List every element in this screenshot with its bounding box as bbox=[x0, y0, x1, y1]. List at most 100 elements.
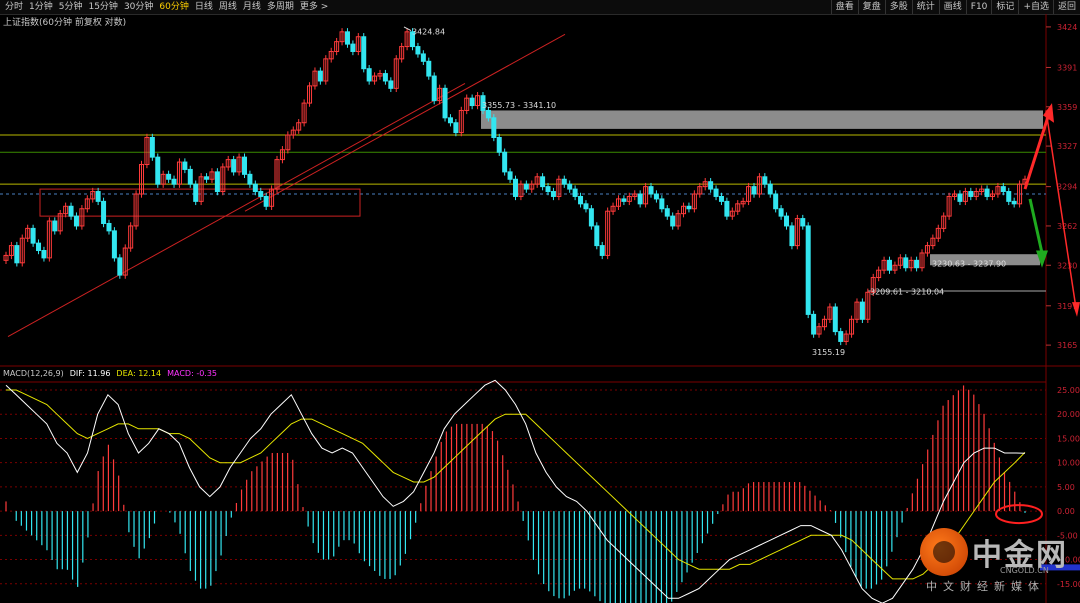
candle-body bbox=[583, 203, 589, 210]
price-axis-label: 3424 bbox=[1057, 23, 1077, 32]
candle-body bbox=[984, 188, 990, 197]
candle-body bbox=[182, 161, 188, 170]
candle-body bbox=[659, 198, 665, 210]
candle-body bbox=[599, 245, 605, 256]
candle-body bbox=[388, 80, 394, 89]
candle-body bbox=[784, 215, 790, 227]
candle-body bbox=[664, 208, 670, 217]
rising-trendline bbox=[7, 82, 466, 337]
candle-body bbox=[545, 186, 551, 193]
candle-body bbox=[193, 183, 199, 202]
candle-body bbox=[420, 53, 426, 62]
zone-bottom-annotation: 3209.61 - 3210.04 bbox=[870, 288, 944, 297]
candle-body bbox=[166, 173, 172, 180]
macd-axis-label: 5.00 bbox=[1057, 483, 1075, 492]
candle-body bbox=[648, 186, 654, 195]
candle-body bbox=[41, 250, 47, 259]
candle-body bbox=[513, 178, 518, 197]
candle-body bbox=[95, 191, 101, 202]
macd-legend-macd: MACD: -0.35 bbox=[167, 369, 218, 378]
resistance-zone bbox=[481, 110, 1043, 129]
candle-body bbox=[572, 188, 578, 197]
candle-body bbox=[767, 183, 773, 195]
candle-body bbox=[469, 97, 475, 107]
candle-body bbox=[621, 198, 627, 202]
candle-body bbox=[1006, 191, 1012, 202]
candle-body bbox=[751, 186, 757, 195]
candle-body bbox=[670, 215, 676, 227]
price-axis-label: 3262 bbox=[1057, 222, 1077, 231]
candle-body bbox=[111, 230, 117, 259]
macd-legend-name: MACD(12,26,9) bbox=[3, 369, 64, 378]
candle-body bbox=[361, 36, 367, 70]
candle-body bbox=[366, 68, 372, 82]
candle-body bbox=[171, 178, 177, 185]
candle-body bbox=[523, 183, 529, 190]
candle-body bbox=[805, 225, 811, 315]
candle-body bbox=[594, 225, 600, 247]
price-axis-label: 3294 bbox=[1057, 183, 1077, 192]
candle-body bbox=[317, 70, 323, 82]
macd-legend: MACD(12,26,9) DIF: 11.96 DEA: 12.14 MACD… bbox=[3, 369, 217, 378]
price-axis-label: 3359 bbox=[1057, 103, 1077, 112]
candle-body bbox=[762, 176, 768, 185]
candle-body bbox=[708, 181, 714, 190]
candle-body bbox=[73, 215, 79, 227]
macd-axis-label: 15.00 bbox=[1057, 434, 1080, 443]
price-axis-label: 3391 bbox=[1057, 63, 1077, 72]
candle-body bbox=[886, 259, 892, 271]
long-bearish-arrow bbox=[1045, 110, 1077, 309]
candle-body bbox=[263, 195, 269, 207]
candle-body bbox=[14, 245, 20, 264]
dea-line bbox=[6, 389, 1026, 580]
cngold-logo: 中金网 CNGOLD.CN 中文财经新媒体 bbox=[920, 528, 1070, 594]
candle-body bbox=[653, 193, 659, 200]
candle-body bbox=[968, 191, 974, 197]
candle-body bbox=[447, 117, 453, 124]
bearish-projection-arrow bbox=[1028, 198, 1044, 254]
candle-body bbox=[502, 151, 508, 173]
candle-body bbox=[241, 156, 247, 175]
low-annotation: 3155.19 bbox=[812, 348, 845, 357]
logo-emblem-icon bbox=[920, 528, 968, 576]
price-axis-label: 3165 bbox=[1057, 341, 1077, 350]
candle-body bbox=[491, 117, 497, 138]
candle-body bbox=[811, 313, 817, 335]
candle-body bbox=[187, 168, 193, 185]
candle-body bbox=[567, 183, 573, 190]
candle-body bbox=[117, 257, 123, 276]
logo-domain: CNGOLD.CN bbox=[1000, 566, 1049, 575]
candle-body bbox=[155, 156, 161, 185]
candle-body bbox=[258, 191, 264, 197]
candle-body bbox=[718, 195, 724, 202]
candle-body bbox=[496, 136, 502, 153]
candle-body bbox=[149, 136, 155, 158]
candle-body bbox=[507, 171, 513, 180]
zone-lower-annotation: 3230.63 - 3237.90 bbox=[932, 259, 1006, 268]
candle-body bbox=[252, 183, 258, 193]
candle-body bbox=[442, 87, 448, 119]
candle-body bbox=[838, 331, 844, 342]
candle-body bbox=[540, 176, 546, 188]
candle-body bbox=[914, 259, 920, 269]
zone-upper-annotation: 3355.73 - 3341.10 bbox=[482, 101, 556, 110]
consolidation-box bbox=[39, 188, 361, 217]
candle-body bbox=[68, 205, 74, 217]
candle-body bbox=[247, 173, 253, 185]
candle-body bbox=[214, 171, 220, 193]
candle-body bbox=[713, 188, 719, 197]
candle-body bbox=[106, 222, 112, 232]
candle-body bbox=[789, 225, 795, 247]
candle-body bbox=[204, 176, 210, 180]
candle-body bbox=[101, 200, 107, 224]
high-annotation: 3424.84 bbox=[412, 27, 445, 36]
macd-legend-dea: DEA: 12.14 bbox=[116, 369, 162, 378]
candle-body bbox=[724, 200, 730, 217]
candle-body bbox=[36, 242, 42, 252]
candle-body bbox=[485, 109, 491, 119]
price-axis-label: 3230 bbox=[1057, 261, 1077, 270]
candle-body bbox=[686, 205, 692, 210]
candle-body bbox=[637, 193, 643, 205]
candle-body bbox=[344, 31, 350, 45]
chart-canvas[interactable]: 3424339133593327329432623230319731653424… bbox=[0, 0, 1080, 603]
